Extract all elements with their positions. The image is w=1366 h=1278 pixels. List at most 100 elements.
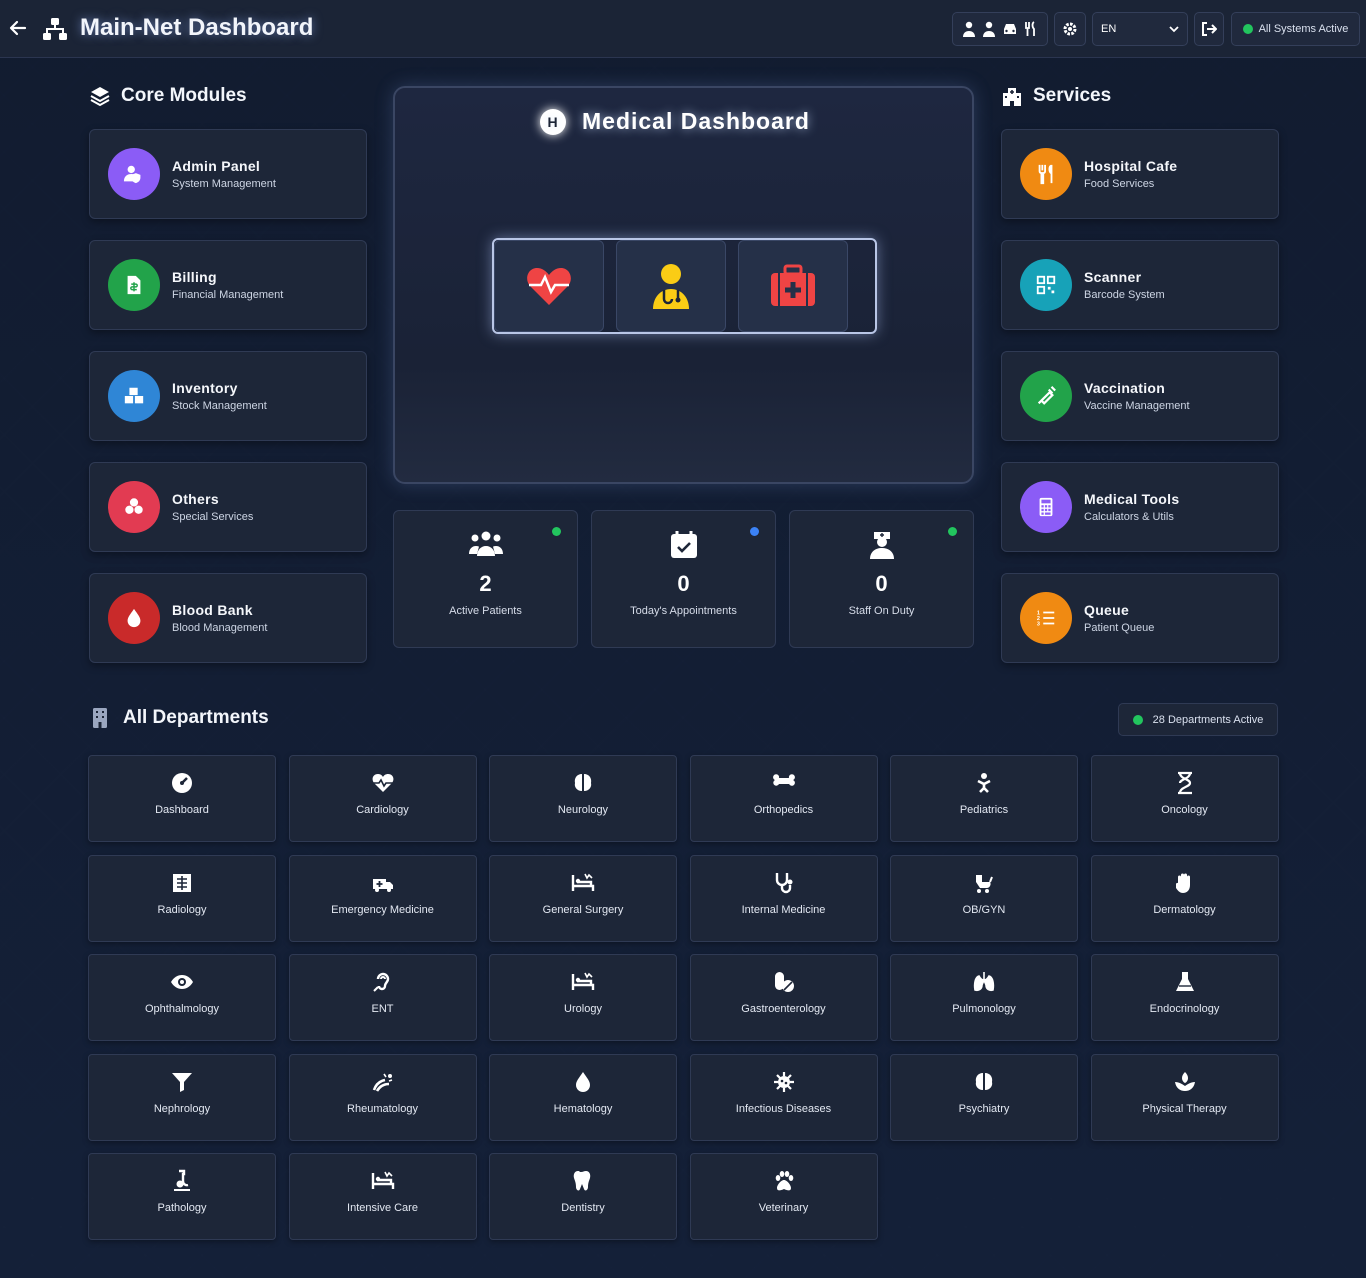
- doctor-icon[interactable]: [962, 21, 976, 37]
- core-module-card-inventory[interactable]: Inventory Stock Management: [89, 351, 367, 441]
- department-card-dentistry[interactable]: Dentistry: [489, 1153, 677, 1241]
- department-card-oncology[interactable]: Oncology: [1090, 755, 1279, 842]
- card-text: Hospital Cafe Food Services: [1084, 158, 1177, 190]
- pulmonology-icon: [971, 969, 997, 995]
- department-label: Infectious Diseases: [735, 1102, 832, 1115]
- department-card-nephrology[interactable]: Nephrology: [88, 1053, 276, 1141]
- page-title: Main-Net Dashboard: [80, 14, 314, 41]
- department-label: Emergency Medicine: [331, 903, 434, 916]
- department-card-ob-gyn[interactable]: OB/GYN: [890, 854, 1078, 942]
- department-card-physical-therapy[interactable]: Physical Therapy: [1090, 1053, 1279, 1141]
- system-status-badge: All Systems Active: [1231, 12, 1360, 46]
- department-card-gastroenterology[interactable]: Gastroenterology: [689, 954, 878, 1042]
- endocrinology-icon: [1172, 969, 1198, 995]
- medical-dashboard-panel[interactable]: H Medical Dashboard: [393, 86, 974, 484]
- card-subtitle: Patient Queue: [1084, 622, 1155, 634]
- card-text: Scanner Barcode System: [1084, 269, 1165, 301]
- department-card-pulmonology[interactable]: Pulmonology: [890, 954, 1078, 1042]
- department-label: Pathology: [157, 1202, 207, 1215]
- medical-icon-group: [492, 238, 877, 334]
- general-surgery-icon: [570, 870, 596, 896]
- department-card-urology[interactable]: Urology: [489, 954, 677, 1042]
- department-card-intensive-care[interactable]: Intensive Care: [288, 1153, 477, 1241]
- department-card-internal-medicine[interactable]: Internal Medicine: [689, 854, 878, 942]
- radiology-icon: [169, 870, 195, 896]
- hospital-badge-icon: H: [540, 108, 566, 135]
- department-label: ENT: [371, 1003, 394, 1016]
- user-doctor-icon: [651, 263, 691, 309]
- department-label: General Surgery: [542, 903, 624, 916]
- card-text: Billing Financial Management: [172, 269, 283, 301]
- service-card-scanner[interactable]: Scanner Barcode System: [1001, 240, 1279, 330]
- stat-label: Active Patients: [449, 605, 522, 617]
- department-card-neurology[interactable]: Neurology: [489, 755, 677, 842]
- card-text: Blood Bank Blood Management: [172, 602, 267, 634]
- department-card-radiology[interactable]: Radiology: [88, 854, 276, 942]
- utensils-icon[interactable]: [1024, 21, 1038, 37]
- department-card-endocrinology[interactable]: Endocrinology: [1090, 954, 1279, 1042]
- department-card-infectious-diseases[interactable]: Infectious Diseases: [689, 1053, 878, 1141]
- card-subtitle: Barcode System: [1084, 289, 1165, 301]
- department-card-general-surgery[interactable]: General Surgery: [489, 854, 677, 942]
- language-select[interactable]: EN: [1092, 12, 1188, 46]
- heartbeat-icon: [525, 265, 573, 307]
- department-card-ent[interactable]: ENT: [288, 954, 477, 1042]
- department-card-rheumatology[interactable]: Rheumatology: [288, 1053, 477, 1141]
- core-module-card-blood-bank[interactable]: Blood Bank Blood Management: [89, 573, 367, 663]
- department-card-veterinary[interactable]: Veterinary: [689, 1153, 878, 1241]
- infectious-diseases-icon: [771, 1069, 797, 1095]
- department-label: Internal Medicine: [741, 903, 826, 916]
- logout-button[interactable]: [1194, 12, 1224, 46]
- dashboard-icon: [169, 770, 195, 796]
- back-arrow-icon[interactable]: [8, 18, 28, 38]
- blood-drop-icon: [108, 592, 160, 644]
- department-card-dashboard[interactable]: Dashboard: [88, 755, 276, 842]
- department-card-cardiology[interactable]: Cardiology: [288, 755, 477, 842]
- departments-title: All Departments: [123, 707, 269, 728]
- department-label: Dentistry: [561, 1202, 605, 1215]
- department-card-psychiatry[interactable]: Psychiatry: [890, 1053, 1078, 1141]
- doctor-tile[interactable]: [616, 240, 726, 332]
- department-card-pathology[interactable]: Pathology: [88, 1153, 276, 1241]
- card-subtitle: Food Services: [1084, 178, 1155, 190]
- cubes-icon: [108, 481, 160, 533]
- department-card-dermatology[interactable]: Dermatology: [1090, 854, 1279, 942]
- user-icon[interactable]: [982, 21, 996, 37]
- department-label: Orthopedics: [753, 804, 814, 816]
- car-icon[interactable]: [1002, 22, 1018, 36]
- hospital-icon: [1001, 85, 1023, 107]
- card-text: Others Special Services: [172, 491, 253, 523]
- department-card-hematology[interactable]: Hematology: [489, 1053, 677, 1141]
- department-card-orthopedics[interactable]: Orthopedics: [689, 755, 878, 842]
- service-card-medical-tools[interactable]: Medical Tools Calculators & Utils: [1001, 462, 1279, 552]
- card-title: Others: [172, 491, 219, 507]
- department-card-ophthalmology[interactable]: Ophthalmology: [88, 954, 276, 1042]
- quick-access-icons[interactable]: [952, 12, 1048, 46]
- department-label: Hematology: [553, 1102, 613, 1115]
- department-card-pediatrics[interactable]: Pediatrics: [890, 755, 1078, 842]
- core-module-card-billing[interactable]: Billing Financial Management: [89, 240, 367, 330]
- medkit-tile[interactable]: [738, 240, 848, 332]
- layers-icon: [89, 85, 111, 107]
- stat-card-staff-on-duty[interactable]: 0 Staff On Duty: [789, 510, 974, 648]
- service-card-hospital-cafe[interactable]: Hospital Cafe Food Services: [1001, 129, 1279, 219]
- utensils-icon: [1020, 148, 1072, 200]
- urology-icon: [570, 969, 596, 995]
- stat-card-today-s-appointments[interactable]: 0 Today's Appointments: [591, 510, 776, 648]
- heartbeat-tile[interactable]: [494, 240, 604, 332]
- department-label: Nephrology: [153, 1102, 211, 1115]
- department-card-emergency-medicine[interactable]: Emergency Medicine: [288, 854, 477, 942]
- stat-card-active-patients[interactable]: 2 Active Patients: [393, 510, 578, 648]
- core-module-card-others[interactable]: Others Special Services: [89, 462, 367, 552]
- department-label: Pediatrics: [959, 804, 1009, 816]
- settings-button[interactable]: [1054, 12, 1086, 46]
- pediatrics-icon: [971, 770, 997, 796]
- stat-value: 0: [677, 571, 690, 596]
- nephrology-icon: [169, 1069, 195, 1095]
- service-card-queue[interactable]: 1 2 3 Queue Patient Queue: [1001, 573, 1279, 663]
- service-card-vaccination[interactable]: Vaccination Vaccine Management: [1001, 351, 1279, 441]
- card-subtitle: Blood Management: [172, 622, 268, 634]
- core-module-card-admin-panel[interactable]: Admin Panel System Management: [89, 129, 367, 219]
- card-text: Admin Panel System Management: [172, 158, 276, 190]
- dermatology-icon: [1172, 870, 1198, 896]
